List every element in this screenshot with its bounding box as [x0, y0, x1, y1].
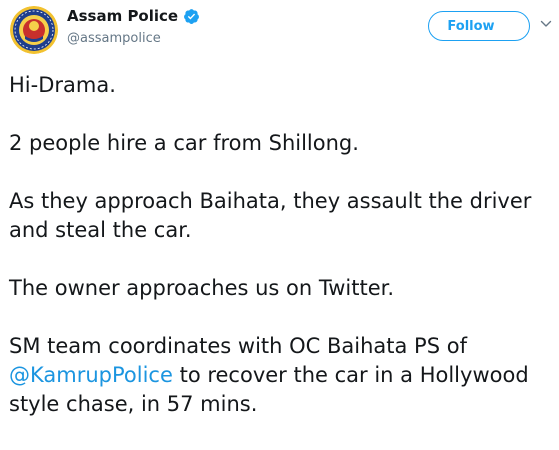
user-handle[interactable]: @assampolice	[67, 31, 161, 46]
avatar[interactable]	[10, 6, 58, 54]
author-name-row[interactable]: Assam Police	[67, 7, 200, 25]
tweet-text: Hi-Drama. 2 people hire a car from Shill…	[9, 71, 554, 448]
tweet-paragraph-5: SM team coordinates with OC Baihata PS o…	[9, 332, 554, 419]
tweet-card: Assam Police @assampolice Follow Hi-Dram…	[0, 0, 559, 450]
verified-badge-icon	[183, 8, 200, 25]
follow-button[interactable]: Follow	[428, 11, 530, 41]
tweet-paragraph-2: 2 people hire a car from Shillong.	[9, 131, 359, 155]
display-name[interactable]: Assam Police	[67, 7, 178, 25]
tweet-paragraph-5-start: SM team coordinates with OC Baihata PS o…	[9, 334, 467, 358]
chevron-down-icon[interactable]	[540, 18, 552, 30]
mention-link[interactable]: @KamrupPolice	[9, 363, 173, 387]
police-emblem-icon	[10, 6, 58, 54]
tweet-paragraph-4: The owner approaches us on Twitter.	[9, 276, 394, 300]
tweet-paragraph-3: As they approach Baihata, they assault t…	[9, 189, 532, 242]
tweet-paragraph-1: Hi-Drama.	[9, 73, 116, 97]
